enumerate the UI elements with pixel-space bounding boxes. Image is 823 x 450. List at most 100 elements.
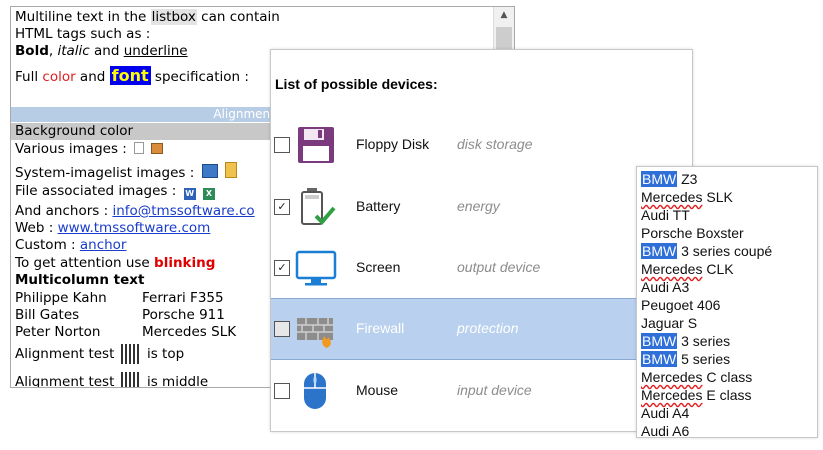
list-item[interactable]: Jaguar S: [641, 315, 697, 332]
device-checkbox[interactable]: [274, 383, 290, 399]
listbox-line-html-tags: HTML tags such as :: [15, 26, 151, 42]
device-item-mouse[interactable]: Mouse input device: [271, 361, 692, 421]
listbox-line-web: Web : www.tmssoftware.com: [15, 220, 210, 237]
listbox-line-intro: Multiline text in the listbox can contai…: [15, 9, 280, 26]
underline-text: underline: [123, 43, 188, 59]
model-text: SLK: [702, 189, 733, 205]
list-item[interactable]: Audi A4: [641, 405, 689, 422]
brand-text: BMW: [641, 171, 678, 187]
multicolumn-title: Multicolumn text: [15, 272, 145, 288]
model-text: TT: [669, 207, 690, 223]
list-item[interactable]: Audi A6: [641, 423, 689, 438]
text: can contain: [196, 9, 280, 25]
device-checkbox[interactable]: [274, 137, 290, 153]
list-item[interactable]: Mercedes CLK: [641, 261, 734, 278]
text: Web :: [15, 220, 58, 236]
list-item[interactable]: BMW 5 series: [641, 351, 730, 368]
brand-text: Porsche: [641, 225, 693, 241]
background-color-label: Background color: [15, 123, 134, 139]
car-cell: Porsche 911: [142, 307, 225, 323]
anchor-link[interactable]: anchor: [80, 237, 127, 253]
list-item[interactable]: Mercedes C class: [641, 369, 752, 386]
table-row: Peter Norton: [15, 324, 100, 341]
list-item[interactable]: Audi TT: [641, 207, 690, 224]
list-item[interactable]: BMW 3 series coupé: [641, 243, 772, 260]
list-item[interactable]: Porsche Boxster: [641, 225, 744, 242]
text: File associated images :: [15, 183, 177, 199]
brand-text: BMW: [641, 333, 678, 349]
text: and: [75, 69, 110, 85]
model-text: Z3: [677, 171, 698, 187]
device-description: input device: [457, 382, 532, 398]
model-text: A4: [669, 405, 690, 421]
scroll-up-arrow-icon[interactable]: ▲: [494, 7, 514, 23]
list-item[interactable]: Mercedes SLK: [641, 189, 733, 206]
device-item-firewall[interactable]: Firewall protection: [271, 298, 692, 360]
text: Full: [15, 69, 43, 85]
device-list-header: List of possible devices:: [275, 76, 438, 92]
device-checkbox[interactable]: [274, 321, 290, 337]
bold-text: Bold: [15, 43, 49, 59]
name-cell: Peter Norton: [15, 324, 101, 340]
text: To get attention use: [15, 255, 155, 271]
car-cell: Ferrari F355: [142, 290, 224, 306]
blinking-text: blinking: [154, 255, 216, 271]
excel-file-icon: X: [202, 188, 215, 200]
italic-text: italic: [57, 43, 90, 59]
table-row: Bill Gates: [15, 307, 79, 324]
model-text: Boxster: [692, 225, 744, 241]
monitor-icon: [295, 250, 337, 286]
model-text: CLK: [702, 261, 734, 277]
device-name: Battery: [356, 198, 401, 214]
car-listbox[interactable]: BMW Z3 Mercedes SLK Audi TT Porsche Boxs…: [636, 166, 818, 438]
model-text: 406: [693, 297, 721, 313]
text: Various images :: [15, 141, 127, 157]
text-highlight: listbox: [150, 9, 197, 25]
list-item[interactable]: Peugoet 406: [641, 297, 720, 314]
list-item[interactable]: Mercedes E class: [641, 387, 751, 404]
device-item-floppy-disk[interactable]: Floppy Disk disk storage: [271, 115, 692, 175]
device-description: disk storage: [457, 136, 533, 152]
device-description: protection: [457, 320, 519, 336]
text: and: [89, 43, 124, 59]
device-checkbox[interactable]: ✓: [274, 260, 290, 276]
brand-text: Mercedes: [641, 369, 703, 385]
model-text: 3 series: [677, 333, 731, 349]
brand-text: Jaguar: [641, 315, 684, 331]
color-text: color: [42, 69, 76, 85]
listbox-line-attention: To get attention use blinking: [15, 255, 215, 272]
device-description: output device: [457, 259, 541, 275]
model-text: 3 series coupé: [677, 243, 773, 259]
device-checkbox[interactable]: ✓: [274, 199, 290, 215]
device-name: Firewall: [356, 320, 405, 336]
firewall-icon: [297, 318, 333, 348]
brand-text: BMW: [641, 351, 678, 367]
model-text: 5 series: [677, 351, 731, 367]
text: is top: [146, 346, 185, 362]
listbox-line-various-images: Various images :: [15, 141, 164, 158]
text: Custom :: [15, 237, 80, 253]
brand-text: Mercedes: [641, 189, 703, 205]
email-link[interactable]: info@tmssoftware.co: [112, 203, 254, 219]
device-item-battery[interactable]: ✓ Battery energy: [271, 177, 692, 237]
list-item[interactable]: BMW 3 series: [641, 333, 730, 350]
text: And anchors :: [15, 203, 113, 219]
web-link[interactable]: www.tmssoftware.com: [58, 220, 211, 236]
text: specification :: [150, 69, 249, 85]
mouse-icon: [304, 373, 326, 409]
device-name: Screen: [356, 259, 401, 275]
list-item[interactable]: Audi A3: [641, 279, 689, 296]
brand-text: Audi: [641, 207, 670, 223]
listbox-line-file-associated: File associated images : W X: [15, 183, 215, 200]
brand-text: Mercedes: [641, 261, 703, 277]
brand-text: Audi: [641, 423, 670, 438]
device-item-screen[interactable]: ✓ Screen output device: [271, 238, 692, 298]
barcode-image-icon: [120, 344, 141, 364]
listbox-line-formatting: Bold, italic and underline: [15, 43, 188, 60]
brand-text: Audi: [641, 405, 670, 421]
table-row: Philippe Kahn: [15, 290, 107, 307]
model-text: A3: [669, 279, 690, 295]
text: Alignment test: [15, 346, 115, 362]
list-item[interactable]: BMW Z3: [641, 171, 697, 188]
device-listbox[interactable]: List of possible devices: Floppy Disk di…: [270, 49, 693, 432]
